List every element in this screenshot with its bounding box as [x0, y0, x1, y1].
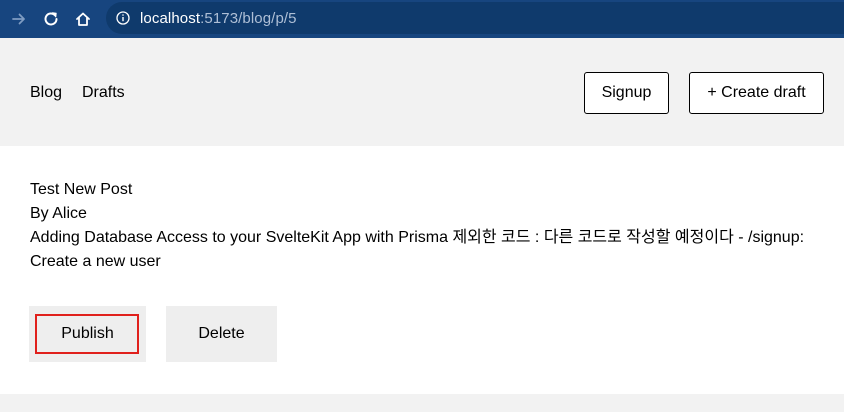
signup-button[interactable]: Signup [584, 72, 669, 114]
url-text[interactable]: localhost:5173/blog/p/5 [140, 10, 297, 27]
info-icon[interactable] [116, 11, 130, 25]
publish-button[interactable]: Publish [29, 306, 146, 362]
url-path: :5173/blog/p/5 [200, 10, 297, 27]
nav-link-drafts[interactable]: Drafts [82, 84, 125, 102]
address-bar[interactable]: localhost:5173/blog/p/5 [106, 2, 844, 34]
app-header: Blog Drafts Signup + Create draft [0, 38, 844, 146]
nav-link-blog[interactable]: Blog [30, 84, 62, 102]
home-button[interactable] [72, 8, 94, 30]
create-draft-button[interactable]: + Create draft [689, 72, 824, 114]
delete-button[interactable]: Delete [166, 306, 277, 362]
post-title: Test New Post [30, 181, 133, 198]
reload-button[interactable] [40, 8, 62, 30]
post-author: By Alice [30, 205, 87, 222]
browser-toolbar: localhost:5173/blog/p/5 [0, 0, 844, 38]
forward-button[interactable] [8, 8, 30, 30]
delete-button-label: Delete [198, 325, 245, 342]
publish-button-label: Publish [61, 325, 114, 342]
home-icon [76, 12, 90, 26]
footer-band [0, 394, 844, 412]
post-detail: Test New Post By Alice Adding Database A… [30, 178, 830, 274]
arrow-forward-icon [12, 13, 25, 25]
url-host: localhost [140, 10, 201, 27]
post-content: Adding Database Access to your SvelteKit… [30, 229, 805, 270]
reload-icon [44, 12, 58, 26]
